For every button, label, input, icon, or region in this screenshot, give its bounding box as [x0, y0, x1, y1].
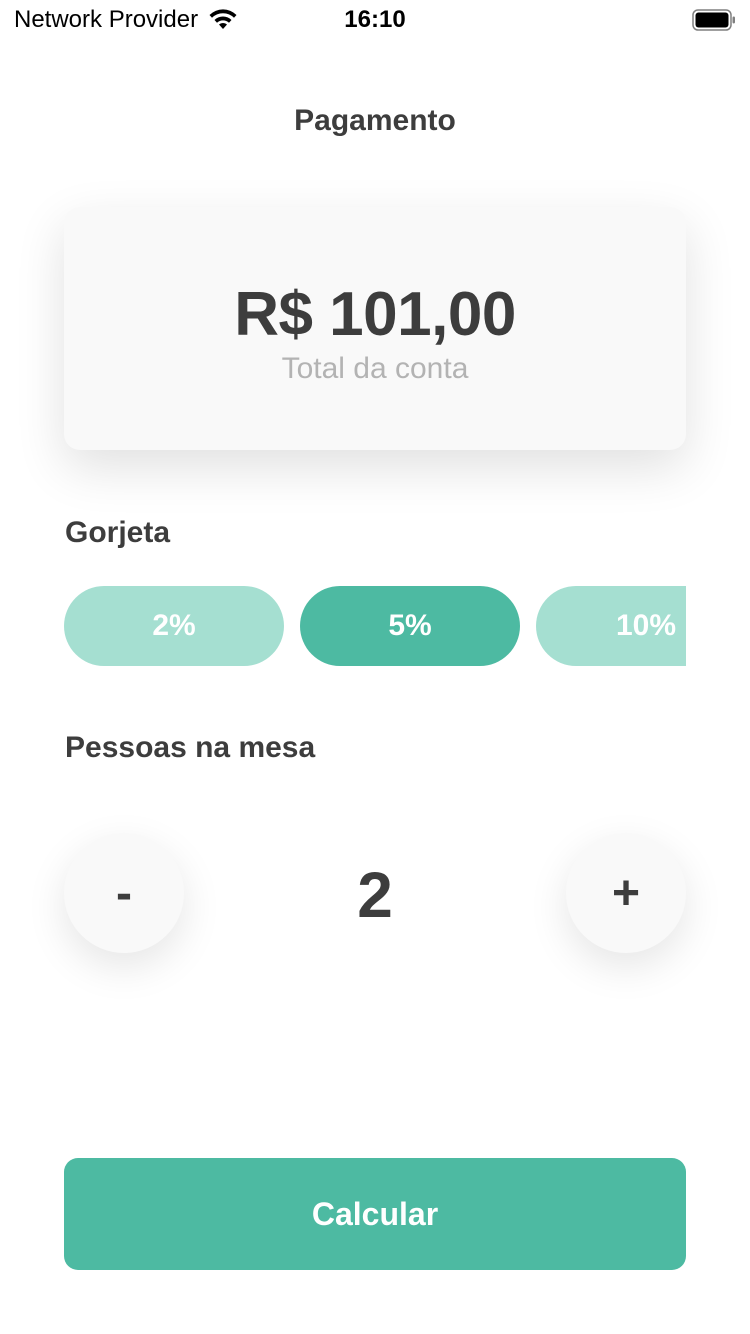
- page-title: Pagamento: [294, 104, 456, 137]
- increase-people-button[interactable]: +: [566, 833, 686, 953]
- status-bar: Network Provider 16:10: [0, 0, 750, 40]
- battery-icon: [692, 9, 736, 31]
- calculate-button[interactable]: Calcular: [64, 1158, 686, 1270]
- people-section-label: Pessoas na mesa: [65, 731, 316, 764]
- tip-option-10-percent[interactable]: 10%: [536, 586, 686, 666]
- tip-option-5-percent[interactable]: 5%: [300, 586, 520, 666]
- bill-total-label: Total da conta: [281, 352, 469, 385]
- status-time: 16:10: [344, 6, 406, 33]
- bill-total-amount: R$ 101,00: [234, 280, 516, 349]
- tip-section-label: Gorjeta: [65, 516, 171, 549]
- bill-total-card: R$ 101,00 Total da conta: [64, 207, 686, 450]
- tip-option-2-percent[interactable]: 2%: [64, 586, 284, 666]
- tip-options-list[interactable]: 2% 5% 10%: [64, 586, 686, 666]
